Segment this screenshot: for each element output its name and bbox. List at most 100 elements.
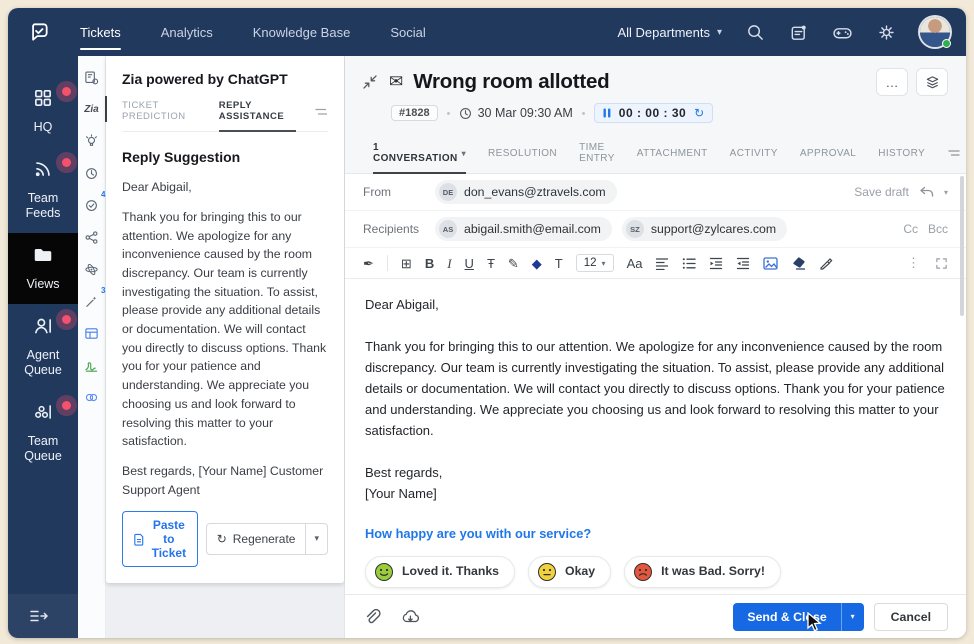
bold-icon[interactable]: B — [425, 257, 434, 270]
more-options-button[interactable]: … — [876, 68, 908, 96]
outdent-icon[interactable] — [736, 257, 750, 270]
toolbar-more-icon[interactable]: ⋮ — [907, 255, 920, 271]
history-clock-icon[interactable] — [84, 165, 100, 181]
collapse-view-icon[interactable] — [363, 75, 377, 89]
department-selector[interactable]: All Departments ▾ — [617, 25, 722, 40]
approvals-count-badge: 4 — [101, 190, 105, 199]
zia-panel: Zia powered by ChatGPT TICKET PREDICTION… — [106, 56, 344, 583]
underline-icon[interactable]: U — [465, 257, 474, 270]
pause-icon[interactable] — [603, 108, 611, 118]
recipient-chip[interactable]: AS abigail.smith@email.com — [435, 217, 612, 241]
italic-icon[interactable]: I — [447, 257, 451, 270]
format-painter-icon[interactable] — [819, 256, 833, 270]
cloud-import-icon[interactable] — [401, 608, 420, 625]
send-and-close-button[interactable]: Send & Close — [733, 603, 840, 631]
insert-table-icon[interactable]: ⊞ — [401, 257, 412, 270]
idea-bulb-icon[interactable] — [84, 133, 100, 149]
eraser-icon[interactable] — [791, 256, 806, 270]
attachment-paperclip-icon[interactable] — [363, 608, 381, 626]
app-logo-icon[interactable] — [24, 17, 54, 47]
gamescope-icon[interactable] — [832, 22, 853, 43]
nav-tab-social[interactable]: Social — [390, 8, 425, 56]
editor-expand-icon[interactable] — [935, 257, 948, 270]
tab-activity[interactable]: ACTIVITY — [730, 138, 778, 168]
sidebar-item-views[interactable]: Views — [8, 233, 78, 304]
signature-icon[interactable] — [84, 357, 100, 373]
zia-assistant-icon[interactable]: Zia — [84, 101, 100, 117]
sender-initials-avatar: DE — [439, 183, 457, 201]
font-case-icon[interactable]: Aa — [627, 257, 643, 270]
sidebar-item-hq[interactable]: HQ — [8, 76, 78, 147]
tab-conversation[interactable]: 1 CONVERSATION ▾ — [373, 132, 466, 173]
share-icon[interactable] — [84, 229, 100, 245]
from-address-chip[interactable]: DE don_evans@ztravels.com — [435, 180, 617, 204]
vertical-scrollbar[interactable] — [960, 176, 964, 316]
user-avatar[interactable] — [920, 17, 950, 47]
sidebar-expand-button[interactable] — [8, 594, 78, 638]
recipients-row: Recipients AS abigail.smith@email.com SZ… — [345, 211, 966, 248]
settings-gear-icon[interactable] — [877, 23, 896, 42]
magic-wand-icon[interactable]: 3 — [84, 293, 100, 309]
timer-refresh-icon[interactable]: ↻ — [694, 106, 704, 120]
bcc-button[interactable]: Bcc — [928, 222, 948, 236]
sidebar-item-team-feeds[interactable]: Team Feeds — [8, 147, 78, 233]
tab-resolution[interactable]: RESOLUTION — [488, 138, 557, 168]
ticket-settings-icon[interactable] — [84, 69, 100, 85]
zia-panel-options-icon[interactable] — [314, 106, 328, 126]
send-close-button-group: Send & Close ▾ — [733, 603, 863, 631]
draw-pen-icon[interactable]: ✎ — [508, 257, 519, 270]
wand-count-badge: 3 — [101, 286, 105, 295]
insert-image-icon[interactable] — [763, 257, 778, 270]
tab-ticket-prediction[interactable]: TICKET PREDICTION — [122, 100, 201, 131]
align-left-icon[interactable] — [655, 257, 669, 270]
tab-history[interactable]: HISTORY — [878, 138, 925, 168]
bullet-list-icon[interactable] — [682, 257, 696, 270]
cc-button[interactable]: Cc — [903, 222, 918, 236]
email-body-editor[interactable]: Dear Abigail, Thank you for bringing thi… — [345, 279, 966, 594]
caret-down-icon[interactable]: ▾ — [944, 188, 948, 197]
nav-tab-analytics[interactable]: Analytics — [161, 8, 213, 56]
tab-approval[interactable]: APPROVAL — [800, 138, 856, 168]
tab-time-entry[interactable]: TIME ENTRY — [579, 132, 615, 173]
sidebar-item-team-queue[interactable]: Team Queue — [8, 390, 78, 476]
reply-arrow-icon[interactable] — [919, 186, 934, 198]
text-style-icon[interactable]: T — [555, 257, 563, 270]
sidebar-item-agent-queue[interactable]: Agent Queue — [8, 304, 78, 390]
save-draft-button[interactable]: Save draft — [854, 185, 909, 199]
regenerate-button[interactable]: ↻ Regenerate — [207, 524, 306, 554]
paste-to-ticket-button[interactable]: Paste to Ticket — [122, 511, 198, 567]
approvals-check-icon[interactable]: 4 — [84, 197, 100, 213]
feeds-signal-icon — [32, 158, 54, 180]
survey-option-loved-it[interactable]: Loved it. Thanks — [365, 556, 515, 588]
survey-option-bad[interactable]: It was Bad. Sorry! — [624, 556, 781, 588]
team-queue-icon — [32, 401, 54, 423]
survey-option-okay[interactable]: Okay — [528, 556, 611, 588]
refresh-icon: ↻ — [217, 530, 227, 548]
caret-down-icon: ▾ — [851, 612, 855, 621]
indent-icon[interactable] — [709, 257, 723, 270]
recipient-initials-avatar: SZ — [626, 220, 644, 238]
nav-tab-tickets[interactable]: Tickets — [80, 8, 121, 56]
linked-tickets-icon[interactable] — [84, 389, 100, 405]
separator-dot — [582, 112, 585, 115]
recipients-label: Recipients — [363, 222, 425, 236]
notification-badge — [62, 315, 71, 324]
layers-view-button[interactable] — [916, 68, 948, 96]
search-icon[interactable] — [746, 23, 765, 42]
insert-signature-icon[interactable]: ✒ — [363, 257, 374, 270]
notification-feed-icon[interactable] — [789, 23, 808, 42]
recipient-chip[interactable]: SZ support@zylcares.com — [622, 217, 787, 241]
tab-attachment[interactable]: ATTACHMENT — [637, 138, 708, 168]
highlight-color-icon[interactable]: ◆ — [532, 257, 542, 270]
cancel-button[interactable]: Cancel — [874, 603, 948, 631]
nav-tab-knowledge-base[interactable]: Knowledge Base — [253, 8, 351, 56]
clear-formatting-icon[interactable]: Ŧ — [487, 257, 495, 270]
font-size-select[interactable]: 12 ▾ — [576, 254, 614, 272]
main-nav: Tickets Analytics Knowledge Base Social — [80, 8, 466, 56]
tab-reply-assistance[interactable]: REPLY ASSISTANCE — [219, 100, 296, 131]
send-options-dropdown[interactable]: ▾ — [841, 603, 864, 631]
canvas-cards-icon[interactable] — [84, 325, 100, 341]
regenerate-dropdown-button[interactable]: ▾ — [305, 524, 327, 554]
conversation-filter-icon[interactable] — [947, 147, 965, 159]
ai-atom-icon[interactable] — [84, 261, 100, 277]
